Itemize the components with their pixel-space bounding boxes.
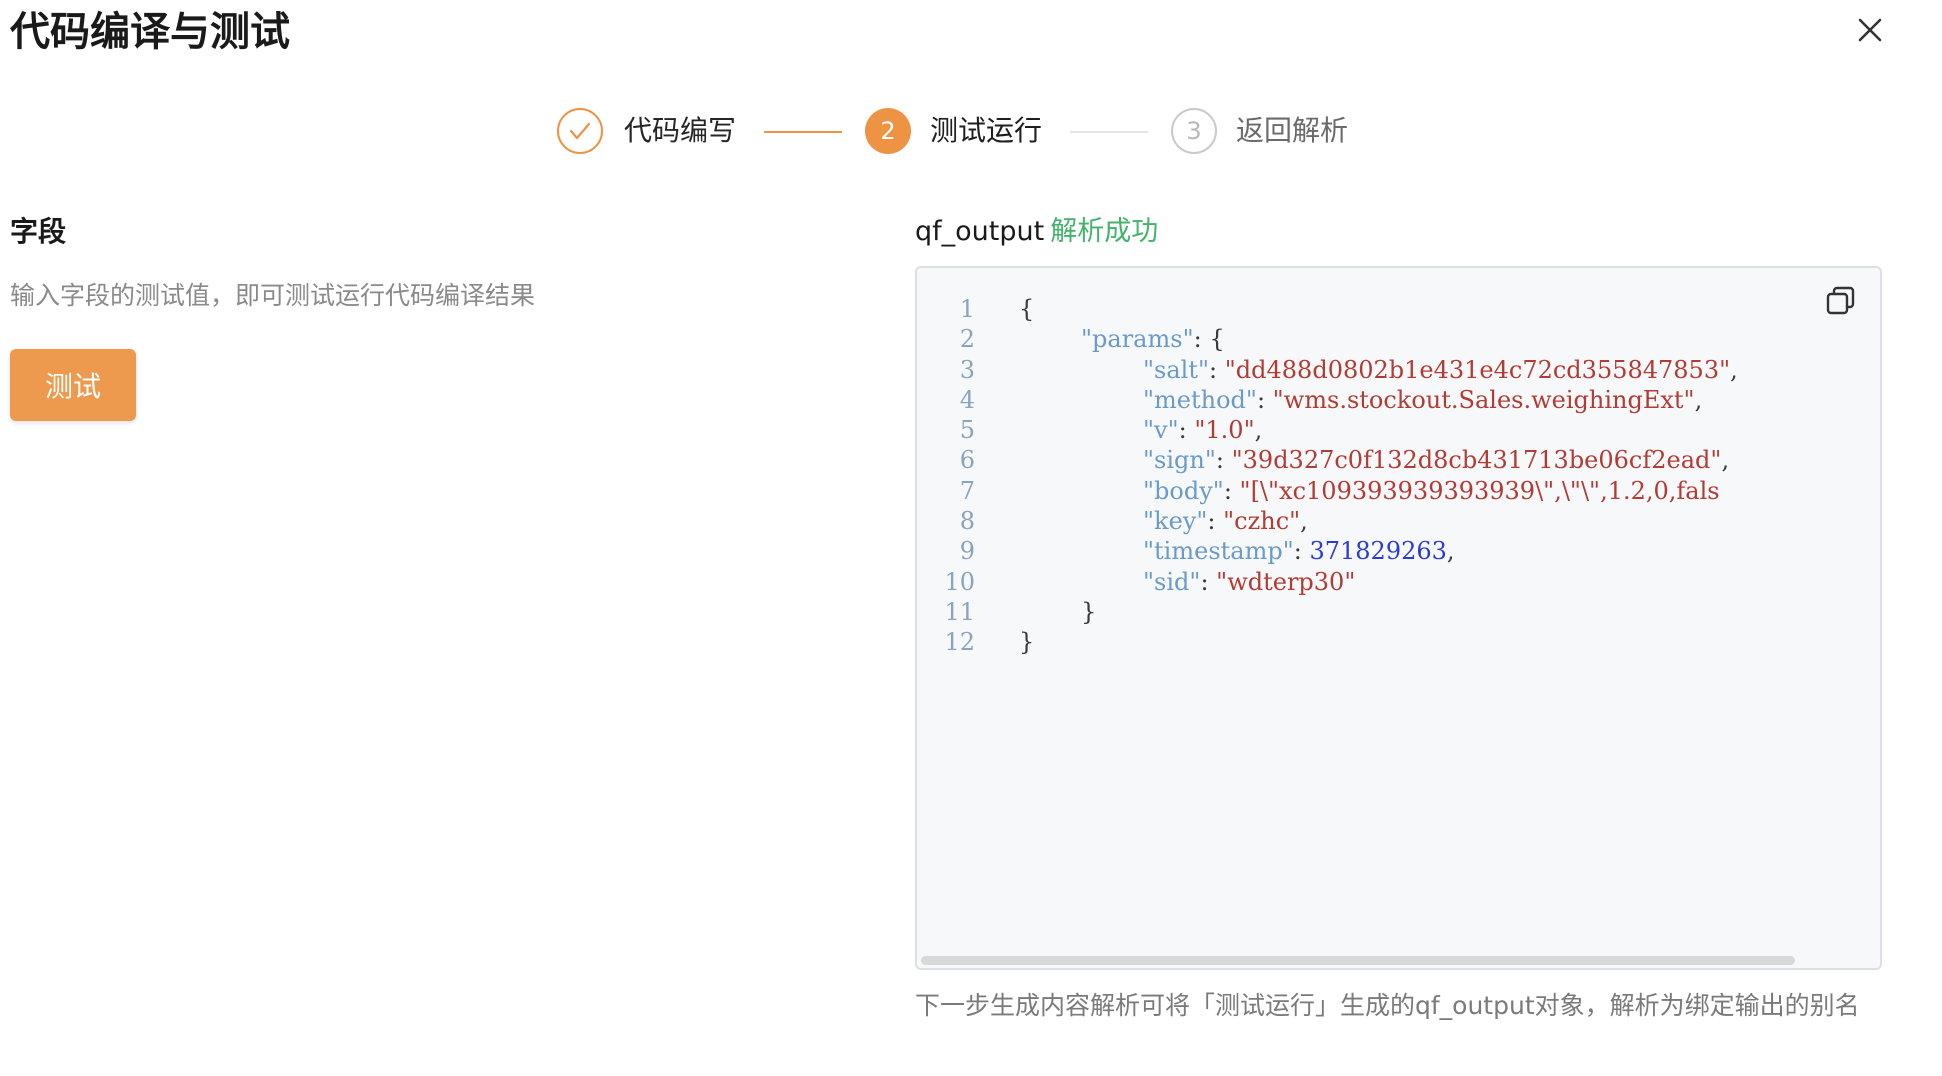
line-number: 2 bbox=[959, 325, 975, 354]
test-button[interactable]: 测试 bbox=[10, 349, 136, 421]
code-token-punc: , bbox=[1300, 507, 1308, 536]
code-line: 8 "key": "czhc", bbox=[917, 506, 1880, 536]
code-lines: 1{2 "params": {3 "salt": "dd488d0802b1e431… bbox=[917, 294, 1880, 658]
line-number: 9 bbox=[959, 537, 975, 566]
line-number: 11 bbox=[944, 597, 975, 626]
check-icon bbox=[569, 122, 591, 140]
code-token-punc: : bbox=[1215, 446, 1232, 475]
step-1-label[interactable]: 代码编写 bbox=[624, 108, 736, 154]
code-token-str: "dd488d0802b1e431e4c72cd355847853" bbox=[1224, 355, 1731, 384]
code-token-str: "[\"xc109393939393939\",\"\",1.2,0,fals bbox=[1239, 476, 1720, 505]
line-number: 3 bbox=[959, 355, 975, 384]
code-line: 7 "body": "[\"xc109393939393939\",\"\",1.… bbox=[917, 476, 1880, 506]
code-text: "params": { bbox=[1081, 324, 1225, 354]
code-token-punc: , bbox=[1730, 355, 1738, 384]
code-token-key: "body" bbox=[1143, 476, 1224, 505]
field-description: 输入字段的测试值，即可测试运行代码编译结果 bbox=[10, 281, 536, 310]
code-line: 4 "method": "wms.stockout.Sales.weighingE… bbox=[917, 385, 1880, 415]
code-token-key: "method" bbox=[1143, 385, 1257, 414]
code-line: 12} bbox=[917, 627, 1880, 657]
horizontal-scrollbar[interactable] bbox=[921, 956, 1795, 965]
code-text: { bbox=[1019, 294, 1034, 324]
code-token-key: "salt" bbox=[1143, 355, 1210, 384]
step-2-number: 2 bbox=[865, 108, 911, 154]
code-token-punc: : bbox=[1223, 476, 1240, 505]
code-line: 6 "sign": "39d327c0f132d8cb431713be06cf2e… bbox=[917, 445, 1880, 475]
code-token-key: "sign" bbox=[1143, 446, 1216, 475]
code-token-punc: , bbox=[1694, 385, 1703, 414]
code-token-punc: : bbox=[1178, 416, 1195, 445]
code-text: "sid": "wdterp30" bbox=[1143, 567, 1355, 597]
code-text: "v": "1.0", bbox=[1143, 415, 1262, 445]
code-token-str: "wms.stockout.Sales.weighingExt" bbox=[1272, 385, 1695, 414]
code-token-punc: , bbox=[1721, 446, 1730, 475]
code-line: 3 "salt": "dd488d0802b1e431e4c72cd3558478… bbox=[917, 355, 1880, 385]
code-token-punc: , bbox=[1254, 416, 1263, 445]
line-number: 5 bbox=[959, 416, 975, 445]
code-token-punc: } bbox=[1019, 628, 1035, 657]
json-output-viewer[interactable]: 1{2 "params": {3 "salt": "dd488d0802b1e431… bbox=[915, 266, 1882, 970]
code-token-str: "1.0" bbox=[1194, 416, 1255, 445]
code-text: "timestamp": 371829263, bbox=[1143, 536, 1455, 566]
output-variable-name: qf_output bbox=[915, 216, 1045, 247]
code-token-str: "wdterp30" bbox=[1216, 567, 1356, 596]
code-text: "sign": "39d327c0f132d8cb431713be06cf2ea… bbox=[1143, 445, 1729, 475]
line-number: 7 bbox=[959, 476, 975, 505]
code-token-key: "params" bbox=[1081, 325, 1194, 354]
code-token-str: "czhc" bbox=[1223, 507, 1301, 536]
step-connector-2 bbox=[1070, 131, 1148, 133]
code-token-punc: : bbox=[1209, 355, 1225, 384]
code-line: 1{ bbox=[917, 294, 1880, 324]
code-text: "salt": "dd488d0802b1e431e4c72cd35584785… bbox=[1143, 355, 1738, 385]
code-token-key: "v" bbox=[1143, 416, 1179, 445]
code-text: } bbox=[1019, 627, 1034, 657]
dialog-title: 代码编译与测试 bbox=[10, 9, 290, 55]
code-token-punc: : { bbox=[1193, 325, 1225, 354]
code-text: } bbox=[1081, 597, 1096, 627]
code-text: "method": "wms.stockout.Sales.weighingEx… bbox=[1143, 385, 1702, 415]
line-number: 10 bbox=[944, 567, 975, 596]
step-3-number: 3 bbox=[1171, 108, 1217, 154]
line-number: 6 bbox=[959, 446, 975, 475]
line-number: 1 bbox=[959, 295, 975, 323]
code-line: 5 "v": "1.0", bbox=[917, 415, 1880, 445]
code-token-num: 371829263 bbox=[1309, 537, 1447, 566]
close-icon bbox=[1858, 18, 1882, 42]
code-compile-test-dialog: 代码编译与测试 代码编写 2 测试运行 3 返回解析 字段 输入字段的测试值，即… bbox=[0, 0, 1942, 1076]
code-token-punc: : bbox=[1256, 385, 1273, 414]
code-token-punc: { bbox=[1019, 295, 1035, 323]
code-line: 10 "sid": "wdterp30" bbox=[917, 567, 1880, 597]
line-number: 8 bbox=[959, 507, 975, 536]
code-text: "key": "czhc", bbox=[1143, 506, 1308, 536]
line-number: 4 bbox=[959, 385, 975, 414]
step-connector-1 bbox=[764, 131, 842, 133]
code-token-key: "sid" bbox=[1143, 567, 1201, 596]
line-number: 12 bbox=[944, 628, 975, 657]
code-token-punc: , bbox=[1446, 537, 1455, 566]
code-token-punc: : bbox=[1200, 567, 1217, 596]
close-button[interactable] bbox=[1848, 8, 1892, 52]
code-line: 11} bbox=[917, 597, 1880, 627]
code-token-punc: : bbox=[1293, 537, 1310, 566]
field-section-title: 字段 bbox=[10, 215, 67, 248]
next-step-note: 下一步生成内容解析可将「测试运行」生成的qf_output对象，解析为绑定输出的… bbox=[915, 991, 1860, 1020]
step-3-label[interactable]: 返回解析 bbox=[1236, 108, 1348, 154]
step-2-label[interactable]: 测试运行 bbox=[930, 108, 1042, 154]
code-line: 9 "timestamp": 371829263, bbox=[917, 536, 1880, 566]
code-token-key: "key" bbox=[1143, 507, 1208, 536]
code-line: 2 "params": { bbox=[917, 324, 1880, 354]
code-token-punc: : bbox=[1207, 507, 1224, 536]
code-token-str: "39d327c0f132d8cb431713be06cf2ead" bbox=[1231, 446, 1722, 475]
steps-bar: 代码编写 2 测试运行 3 返回解析 bbox=[0, 108, 1942, 160]
parse-status: 解析成功 bbox=[1050, 216, 1159, 247]
step-1-done-marker bbox=[557, 108, 603, 154]
code-token-key: "timestamp" bbox=[1143, 537, 1294, 566]
code-token-punc: } bbox=[1081, 597, 1097, 626]
output-header: qf_output 解析成功 bbox=[915, 212, 1158, 252]
code-text: "body": "[\"xc109393939393939\",\"\",1.2… bbox=[1143, 476, 1720, 506]
